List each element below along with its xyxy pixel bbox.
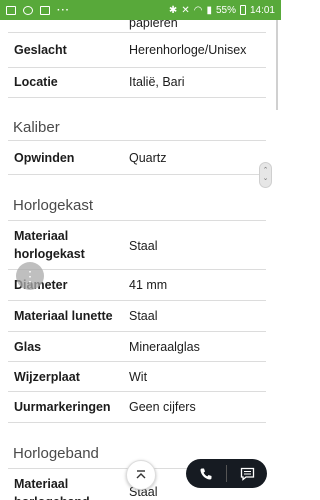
spec-label: Glas xyxy=(14,340,42,354)
back-to-top-button[interactable] xyxy=(126,460,156,490)
spec-label: Opwinden xyxy=(14,151,75,165)
spec-value: papieren xyxy=(129,20,178,30)
spec-value: Wit xyxy=(129,370,148,384)
spec-value: Herenhorloge/Unisex xyxy=(129,43,247,57)
mail-icon xyxy=(40,5,50,15)
spec-row: Materiaal lunette Staal xyxy=(8,301,266,332)
mute-icon: ✕ xyxy=(181,4,190,16)
wifi-icon: ◠ xyxy=(193,4,203,16)
spec-row: Glas Mineraalglas xyxy=(8,332,266,362)
image-icon xyxy=(6,5,16,15)
spec-label: Wijzerplaat xyxy=(14,370,80,384)
signal-icon: ▮ xyxy=(206,4,212,16)
spec-value: Staal xyxy=(129,309,158,323)
section-heading-horlogekast: Horlogekast xyxy=(13,197,94,214)
section-heading-horlogeband: Horlogeband xyxy=(13,445,99,462)
bluetooth-icon: ✱ xyxy=(168,4,178,16)
spec-label: Materiaal horlogeband xyxy=(14,477,90,500)
status-bar: ··· ✱ ✕ ◠ ▮ 55% 14:01 xyxy=(0,0,281,20)
more-button[interactable]: ⋮ xyxy=(16,262,44,290)
spec-value: Mineraalglas xyxy=(129,340,200,354)
spec-row: Uurmarkeringen Geen cijfers xyxy=(8,392,266,423)
scrollbar-track xyxy=(276,20,278,110)
more-vertical-icon: ⋮ xyxy=(23,267,37,284)
chevron-down-icon: ⌄ xyxy=(262,175,269,182)
battery-percent: 55% xyxy=(215,4,236,16)
detail-content: papieren Geslacht Herenhorloge/Unisex Lo… xyxy=(0,20,281,500)
spec-value: Quartz xyxy=(129,151,167,165)
whatsapp-icon xyxy=(23,5,33,15)
spec-row: Opwinden Quartz xyxy=(8,140,266,175)
notification-dots: ··· xyxy=(57,4,70,16)
chat-icon xyxy=(240,467,254,481)
spec-value: Staal xyxy=(129,239,158,253)
chevron-up-icon xyxy=(136,470,146,479)
spec-label: Locatie xyxy=(14,75,58,89)
phone-icon xyxy=(200,468,212,480)
spec-label: Materiaal horlogekast xyxy=(14,229,85,261)
section-heading-kaliber: Kaliber xyxy=(13,119,60,136)
clock: 14:01 xyxy=(249,4,275,16)
spec-value: 41 mm xyxy=(129,278,168,292)
spec-row: Geslacht Herenhorloge/Unisex xyxy=(8,33,266,68)
spec-label: Materiaal lunette xyxy=(14,309,113,323)
spec-row: Locatie Italië, Bari xyxy=(8,68,266,98)
chevron-up-icon: ⌃ xyxy=(262,167,269,174)
chat-button[interactable] xyxy=(227,459,267,488)
spec-value: Italië, Bari xyxy=(129,75,185,89)
scrollbar-handle[interactable]: ⌃ ⌄ xyxy=(259,162,272,188)
call-button[interactable] xyxy=(186,459,226,488)
battery-icon xyxy=(239,5,246,15)
spec-value: Geen cijfers xyxy=(129,400,196,414)
spec-label: Uurmarkeringen xyxy=(14,400,111,414)
spec-row: Diameter 41 mm xyxy=(8,270,266,301)
spec-row: Wijzerplaat Wit xyxy=(8,362,266,392)
spec-label: Geslacht xyxy=(14,43,67,57)
contact-bar xyxy=(186,459,267,488)
spec-row: papieren xyxy=(8,20,266,33)
spec-row: Materiaal horlogekast Staal xyxy=(8,220,266,270)
